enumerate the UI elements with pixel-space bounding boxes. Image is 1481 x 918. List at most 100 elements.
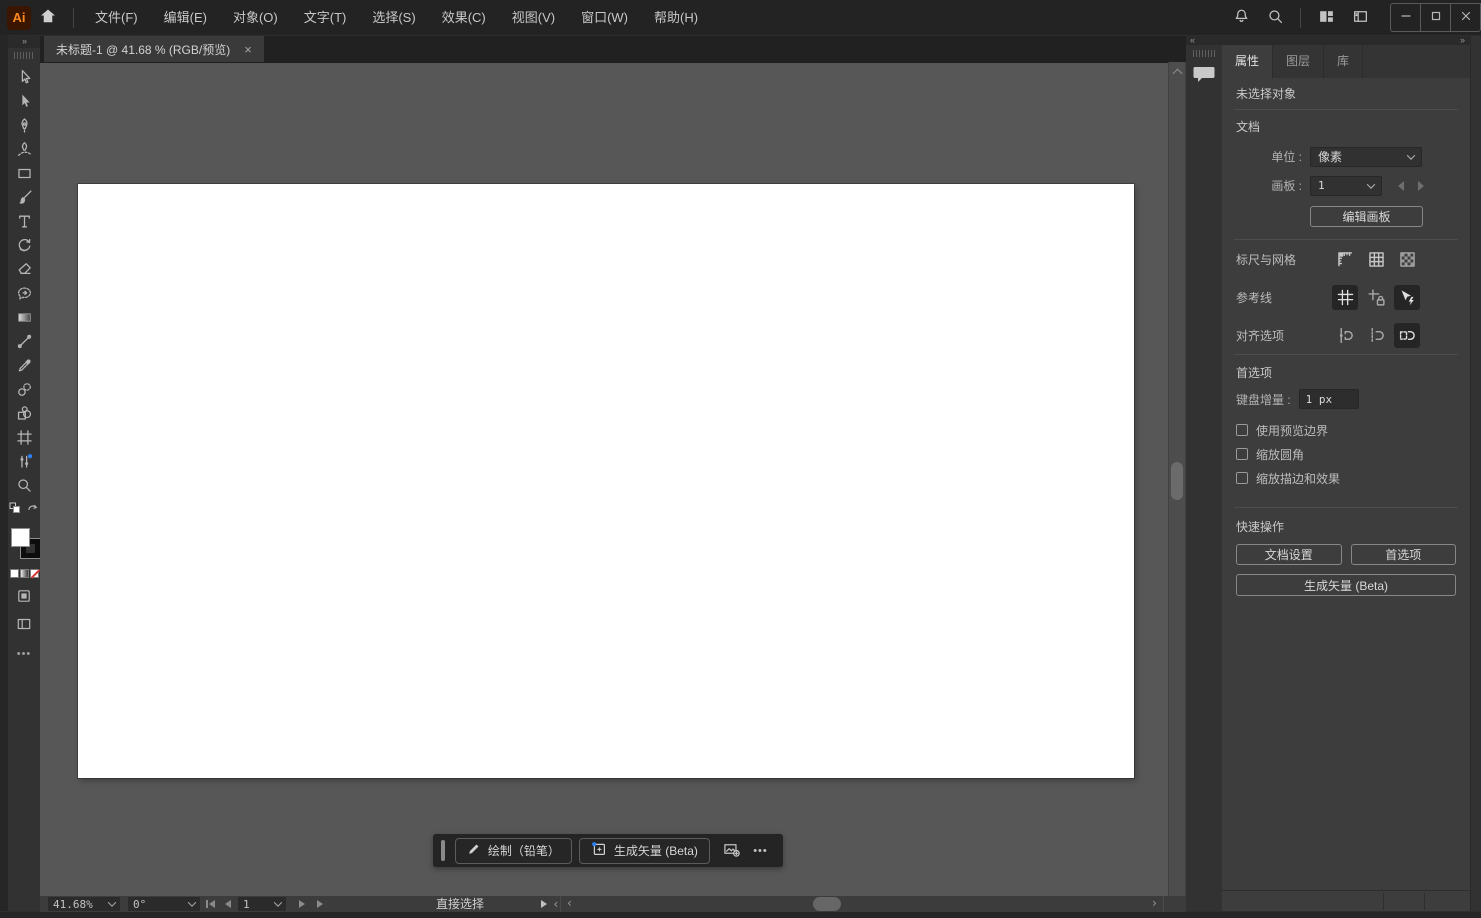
artboard-number-select[interactable]: 1: [238, 897, 286, 911]
default-fill-stroke-icon[interactable]: [9, 502, 21, 517]
snap-to-pixel-icon[interactable]: [1394, 323, 1420, 348]
menu-type[interactable]: 文字(T): [291, 0, 360, 35]
vertical-scrollbar-thumb[interactable]: [1171, 462, 1183, 500]
next-artboard-icon[interactable]: [1418, 181, 1424, 191]
workspace-switcher-button[interactable]: [1343, 0, 1377, 35]
eraser-tool[interactable]: [11, 257, 37, 281]
tab-layers[interactable]: 图层: [1273, 45, 1324, 78]
keyboard-increment-field[interactable]: 1 px: [1299, 389, 1359, 409]
menu-edit[interactable]: 编辑(E): [151, 0, 220, 35]
gradient-tool[interactable]: [11, 305, 37, 329]
unit-dropdown[interactable]: 像素: [1310, 147, 1422, 167]
scale-corners-checkbox[interactable]: [1236, 448, 1248, 460]
document-setup-button[interactable]: 文档设置: [1236, 544, 1342, 565]
tools-collapse-icon[interactable]: »: [8, 36, 40, 48]
intertwine-tool[interactable]: [11, 449, 37, 473]
vertical-scrollbar[interactable]: [1168, 62, 1186, 896]
artboard[interactable]: [78, 184, 1134, 778]
previous-artboard-icon[interactable]: [1398, 181, 1404, 191]
width-tool[interactable]: [11, 329, 37, 353]
draw-pencil-button[interactable]: 绘制（铅笔）: [455, 838, 572, 864]
eyedropper-tool[interactable]: [11, 353, 37, 377]
menu-effect[interactable]: 效果(C): [429, 0, 499, 35]
home-button[interactable]: [31, 0, 65, 35]
rotate-tool[interactable]: [11, 233, 37, 257]
generate-vector-quick-button[interactable]: 生成矢量 (Beta): [1236, 574, 1456, 596]
edit-toolbar-icon[interactable]: •••: [17, 648, 32, 660]
selection-tool[interactable]: [11, 65, 37, 89]
none-mode-button[interactable]: [30, 569, 39, 578]
taskbar-drag-handle[interactable]: [441, 840, 445, 861]
show-guides-icon[interactable]: [1332, 285, 1358, 310]
type-tool[interactable]: [11, 209, 37, 233]
panel-collapse-icon[interactable]: »: [1222, 36, 1470, 45]
rectangle-tool[interactable]: [11, 161, 37, 185]
screen-mode-button[interactable]: [11, 612, 37, 636]
menu-window[interactable]: 窗口(W): [568, 0, 641, 35]
artboard-dropdown[interactable]: 1: [1310, 176, 1382, 196]
scale-strokes-effects-checkbox[interactable]: [1236, 472, 1248, 484]
minimize-button[interactable]: [1390, 3, 1421, 32]
menu-view[interactable]: 视图(V): [499, 0, 568, 35]
next-artboard-button[interactable]: [294, 897, 310, 911]
preferences-button[interactable]: 首选项: [1351, 544, 1457, 565]
menu-object[interactable]: 对象(O): [220, 0, 291, 35]
taskbar-more-button[interactable]: •••: [746, 838, 775, 864]
edit-artboards-button[interactable]: 编辑画板: [1310, 206, 1423, 227]
menu-help[interactable]: 帮助(H): [641, 0, 711, 35]
tools-drag-handle[interactable]: [14, 52, 34, 59]
fill-swatch[interactable]: [11, 528, 30, 547]
first-artboard-button[interactable]: [202, 897, 218, 911]
scale-strokes-effects-label: 缩放描边和效果: [1256, 470, 1340, 487]
gradient-mode-button[interactable]: [20, 569, 29, 578]
notifications-button[interactable]: [1224, 0, 1258, 35]
comments-panel-button[interactable]: [1193, 65, 1215, 87]
tab-properties[interactable]: 属性: [1222, 45, 1273, 78]
corner-ruler-icon[interactable]: [1332, 247, 1358, 272]
menu-select[interactable]: 选择(S): [359, 0, 428, 35]
blend-tool[interactable]: [11, 377, 37, 401]
generate-vector-button[interactable]: 生成矢量 (Beta): [579, 838, 710, 864]
drawing-mode-button[interactable]: [11, 584, 37, 608]
last-artboard-button[interactable]: [312, 897, 328, 911]
reference-image-button[interactable]: [717, 838, 746, 864]
preview-bounds-checkbox[interactable]: [1236, 424, 1248, 436]
dock-drag-handle[interactable]: [1193, 50, 1215, 57]
divider: [1383, 893, 1384, 910]
menu-file[interactable]: 文件(F): [82, 0, 151, 35]
paintbrush-tool[interactable]: [11, 185, 37, 209]
tab-libraries[interactable]: 库: [1324, 45, 1363, 78]
document-tab[interactable]: 未标题-1 @ 41.68 % (RGB/预览) ×: [44, 36, 264, 62]
color-mode-button[interactable]: [10, 569, 19, 578]
rotation-select[interactable]: 0°: [128, 897, 200, 911]
pen-tool[interactable]: [11, 113, 37, 137]
artboard-tool[interactable]: [11, 425, 37, 449]
maximize-button[interactable]: [1420, 3, 1451, 32]
dock-collapse-icon[interactable]: «: [1186, 36, 1222, 45]
horizontal-scrollbar[interactable]: ‹ ›: [560, 896, 1164, 912]
shaper-tool[interactable]: [11, 281, 37, 305]
scroll-right-icon[interactable]: ›: [1151, 896, 1158, 912]
snap-to-glyph-icon[interactable]: [1363, 323, 1389, 348]
shape-builder-tool[interactable]: [11, 401, 37, 425]
horizontal-scrollbar-thumb[interactable]: [813, 897, 841, 911]
direct-selection-tool[interactable]: [11, 89, 37, 113]
transparency-grid-icon[interactable]: [1394, 247, 1420, 272]
curvature-tool[interactable]: [11, 137, 37, 161]
swap-fill-stroke-icon[interactable]: [26, 501, 39, 517]
zoom-tool[interactable]: [11, 473, 37, 497]
canvas-pasteboard[interactable]: 绘制（铅笔） 生成矢量 (Beta) •••: [40, 62, 1168, 896]
grid-icon[interactable]: [1363, 247, 1389, 272]
search-button[interactable]: [1258, 0, 1292, 35]
document-tab-title: 未标题-1 @ 41.68 % (RGB/预览): [56, 41, 230, 58]
snap-to-point-icon[interactable]: [1332, 323, 1358, 348]
close-button[interactable]: [1450, 3, 1481, 32]
zoom-level-select[interactable]: 41.68%: [48, 897, 120, 911]
previous-artboard-button[interactable]: [220, 897, 236, 911]
smart-guides-icon[interactable]: [1394, 285, 1420, 310]
scroll-left-icon[interactable]: ‹: [566, 896, 573, 912]
lock-guides-icon[interactable]: [1363, 285, 1389, 310]
arrange-documents-button[interactable]: [1309, 0, 1343, 35]
tab-close-icon[interactable]: ×: [244, 43, 252, 56]
scroll-up-icon[interactable]: [1173, 69, 1183, 79]
